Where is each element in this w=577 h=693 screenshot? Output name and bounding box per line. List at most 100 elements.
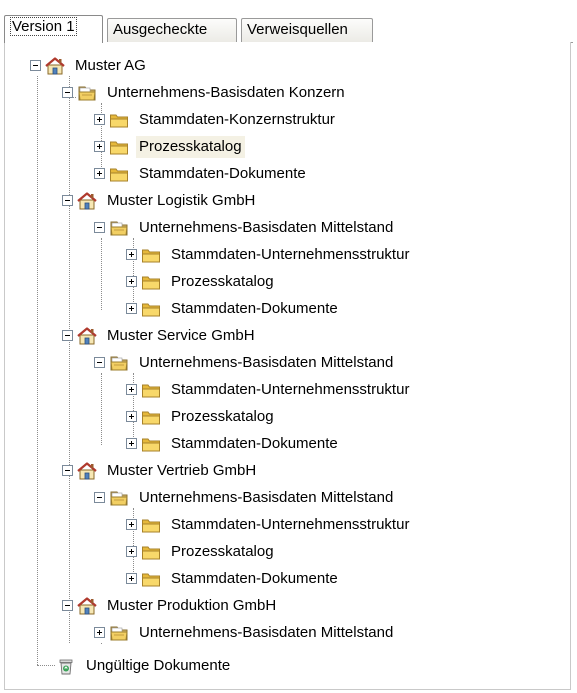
tree-line xyxy=(69,76,70,643)
node-label: Muster Logistik GmbH xyxy=(107,191,256,209)
tree-node-stammdaten-unternehmensstruktur[interactable]: Stammdaten-Unternehmensstruktur xyxy=(126,376,412,403)
file-cabinet-icon xyxy=(109,489,129,507)
node-label: Ungültige Dokumente xyxy=(86,656,231,674)
tree-panel: Muster AG Unternehmens-Basisdaten Konzer… xyxy=(4,42,571,690)
node-label: Stammdaten-Unternehmensstruktur xyxy=(171,380,410,398)
folder-icon xyxy=(141,570,161,588)
node-label: Unternehmens-Basisdaten Mittelstand xyxy=(139,488,394,506)
tree-node-stammdaten-dokumente[interactable]: Stammdaten-Dokumente xyxy=(126,295,341,322)
node-label: Stammdaten-Dokumente xyxy=(171,299,338,317)
folder-icon xyxy=(141,516,161,534)
collapse-toggle-icon[interactable] xyxy=(62,600,73,611)
tree-node-stammdaten-dokumente[interactable]: Stammdaten-Dokumente xyxy=(126,430,341,457)
tree-node-prozesskatalog-konzern[interactable]: Prozesskatalog xyxy=(94,133,245,160)
tree-node-prozesskatalog[interactable]: Prozesskatalog xyxy=(126,403,277,430)
node-label: Prozesskatalog xyxy=(171,542,274,560)
expand-toggle-icon[interactable] xyxy=(94,114,105,125)
tree-node-prozesskatalog[interactable]: Prozesskatalog xyxy=(126,538,277,565)
folder-icon xyxy=(141,381,161,399)
tab-bar: Version 1 Ausgecheckte Verweisquellen xyxy=(0,0,577,46)
tree-line xyxy=(101,373,102,445)
tree-line xyxy=(101,238,102,310)
collapse-toggle-icon[interactable] xyxy=(94,357,105,368)
collapse-toggle-icon[interactable] xyxy=(30,60,41,71)
folder-icon xyxy=(141,435,161,453)
node-label: Unternehmens-Basisdaten Mittelstand xyxy=(139,353,394,371)
tab-version-1-label: Version 1 xyxy=(10,17,77,36)
tree-node-stammdaten-unternehmensstruktur[interactable]: Stammdaten-Unternehmensstruktur xyxy=(126,241,412,268)
expand-toggle-icon[interactable] xyxy=(126,384,137,395)
node-label: Stammdaten-Dokumente xyxy=(171,569,338,587)
tree-node-ungueltige-dokumente[interactable]: Ungültige Dokumente xyxy=(56,652,233,679)
node-label: Stammdaten-Unternehmensstruktur xyxy=(171,515,410,533)
tree-node-muster-produktion[interactable]: Muster Produktion GmbH xyxy=(62,592,279,619)
house-icon xyxy=(77,462,97,480)
folder-icon xyxy=(141,408,161,426)
tree-node-prozesskatalog[interactable]: Prozesskatalog xyxy=(126,268,277,295)
tab-verweisquellen[interactable]: Verweisquellen xyxy=(241,18,373,42)
node-label: Muster AG xyxy=(75,56,146,74)
tree-node-muster-vertrieb[interactable]: Muster Vertrieb GmbH xyxy=(62,457,259,484)
expand-toggle-icon[interactable] xyxy=(126,573,137,584)
file-cabinet-icon xyxy=(109,354,129,372)
collapse-toggle-icon[interactable] xyxy=(62,330,73,341)
file-cabinet-icon xyxy=(109,624,129,642)
node-label: Muster Vertrieb GmbH xyxy=(107,461,257,479)
tree-node-stammdaten-unternehmensstruktur[interactable]: Stammdaten-Unternehmensstruktur xyxy=(126,511,412,538)
expand-toggle-icon[interactable] xyxy=(94,627,105,638)
tab-ausgecheckte-label: Ausgecheckte xyxy=(113,21,208,38)
collapse-toggle-icon[interactable] xyxy=(62,465,73,476)
tree-node-basisdaten-mittelstand[interactable]: Unternehmens-Basisdaten Mittelstand xyxy=(94,349,396,376)
tree-node-muster-service[interactable]: Muster Service GmbH xyxy=(62,322,258,349)
folder-icon xyxy=(141,543,161,561)
file-cabinet-icon xyxy=(77,84,97,102)
node-label: Prozesskatalog xyxy=(171,272,274,290)
tree-node-muster-ag[interactable]: Muster AG xyxy=(30,52,149,79)
tab-version-1[interactable]: Version 1 xyxy=(4,15,103,43)
tree-line xyxy=(37,665,55,666)
node-label: Stammdaten-Konzernstruktur xyxy=(139,110,335,128)
tree-line xyxy=(37,76,38,665)
recycle-bin-icon xyxy=(56,657,76,675)
tree-node-muster-logistik[interactable]: Muster Logistik GmbH xyxy=(62,187,258,214)
collapse-toggle-icon[interactable] xyxy=(94,492,105,503)
folder-icon xyxy=(141,273,161,291)
collapse-toggle-icon[interactable] xyxy=(62,87,73,98)
expand-toggle-icon[interactable] xyxy=(126,303,137,314)
file-cabinet-icon xyxy=(109,219,129,237)
expand-toggle-icon[interactable] xyxy=(126,276,137,287)
node-label: Stammdaten-Unternehmensstruktur xyxy=(171,245,410,263)
tree-node-stammdaten-dokumente[interactable]: Stammdaten-Dokumente xyxy=(126,565,341,592)
node-label: Unternehmens-Basisdaten Mittelstand xyxy=(139,623,394,641)
tree-node-basisdaten-mittelstand[interactable]: Unternehmens-Basisdaten Mittelstand xyxy=(94,619,396,646)
expand-toggle-icon[interactable] xyxy=(94,168,105,179)
house-icon xyxy=(77,327,97,345)
node-label: Stammdaten-Dokumente xyxy=(139,164,306,182)
node-label: Stammdaten-Dokumente xyxy=(171,434,338,452)
house-icon xyxy=(77,597,97,615)
tree-node-stammdaten-konzernstruktur[interactable]: Stammdaten-Konzernstruktur xyxy=(94,106,338,133)
selected-node-label: Prozesskatalog xyxy=(136,135,245,158)
tab-ausgecheckte[interactable]: Ausgecheckte xyxy=(107,18,237,42)
expand-toggle-icon[interactable] xyxy=(126,411,137,422)
folder-icon xyxy=(141,300,161,318)
expand-toggle-icon[interactable] xyxy=(126,519,137,530)
node-label: Muster Produktion GmbH xyxy=(107,596,277,614)
tree-node-basisdaten-konzern[interactable]: Unternehmens-Basisdaten Konzern xyxy=(62,79,348,106)
folder-icon xyxy=(109,165,129,183)
expand-toggle-icon[interactable] xyxy=(126,249,137,260)
expand-toggle-icon[interactable] xyxy=(126,546,137,557)
house-icon xyxy=(45,57,65,75)
expand-toggle-icon[interactable] xyxy=(94,141,105,152)
house-icon xyxy=(77,192,97,210)
collapse-toggle-icon[interactable] xyxy=(62,195,73,206)
folder-icon xyxy=(141,246,161,264)
tree-node-stammdaten-dokumente-konzern[interactable]: Stammdaten-Dokumente xyxy=(94,160,309,187)
tree-node-basisdaten-mittelstand[interactable]: Unternehmens-Basisdaten Mittelstand xyxy=(94,214,396,241)
node-label: Muster Service GmbH xyxy=(107,326,255,344)
collapse-toggle-icon[interactable] xyxy=(94,222,105,233)
node-label: Prozesskatalog xyxy=(171,407,274,425)
tree-node-basisdaten-mittelstand[interactable]: Unternehmens-Basisdaten Mittelstand xyxy=(94,484,396,511)
folder-icon xyxy=(109,138,129,156)
expand-toggle-icon[interactable] xyxy=(126,438,137,449)
